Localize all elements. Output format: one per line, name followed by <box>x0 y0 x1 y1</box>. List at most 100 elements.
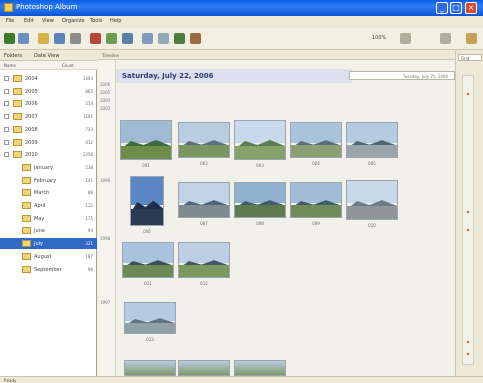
expand-icon[interactable] <box>4 114 9 120</box>
print-icon[interactable] <box>70 33 81 44</box>
menu-help[interactable]: Help <box>110 18 121 24</box>
back-arrow-icon[interactable] <box>4 33 15 44</box>
zoom-in-icon[interactable] <box>440 33 451 44</box>
tree-item-month[interactable]: August 187 <box>0 251 97 262</box>
photo-caption: 006 <box>143 229 151 234</box>
tree-item-month[interactable]: March 86 <box>0 187 97 198</box>
app-window: Photoshop Album _ □ × File Edit View Org… <box>0 0 483 383</box>
minimize-button[interactable]: _ <box>436 2 448 14</box>
photo-thumbnail[interactable] <box>290 182 342 218</box>
menu-edit[interactable]: Edit <box>24 18 34 24</box>
photo-thumbnail[interactable] <box>346 122 398 158</box>
calendar-marker-icon[interactable]: ◆ <box>464 339 472 344</box>
close-button[interactable]: × <box>465 2 477 14</box>
thumbnail-sky <box>179 183 229 203</box>
photo-thumbnail[interactable] <box>120 120 172 160</box>
thumbnail-ground <box>291 145 341 157</box>
maximize-button[interactable]: □ <box>450 2 462 14</box>
photo-thumbnail[interactable] <box>178 242 230 278</box>
tree-item-year[interactable]: 2007 1201 <box>0 111 97 122</box>
tree-item-count: 514 <box>85 101 93 107</box>
right-panel: Find ◆ ◆ ◆ ◆ ◆ <box>455 51 483 376</box>
menu-file[interactable]: File <box>6 18 14 24</box>
tree-item-year[interactable]: 2008 733 <box>0 124 97 135</box>
folder-icon <box>22 189 31 197</box>
get-photos-icon[interactable] <box>38 33 49 44</box>
expand-icon[interactable] <box>4 126 9 132</box>
tree-item-count: 321 <box>85 241 93 247</box>
menu-tools[interactable]: Tools <box>90 18 102 24</box>
calendar-marker-icon[interactable]: ◆ <box>464 351 472 356</box>
folder-icon <box>13 87 22 95</box>
expand-icon[interactable] <box>4 139 9 145</box>
folder-icon <box>22 214 31 222</box>
photo-thumbnail[interactable] <box>178 360 230 376</box>
photo-thumbnail[interactable] <box>290 122 342 158</box>
expand-icon[interactable] <box>4 88 9 94</box>
folder-icon <box>22 240 31 248</box>
calendar-marker-icon[interactable]: ◆ <box>464 91 472 96</box>
photo-thumbnail[interactable] <box>234 120 286 160</box>
folder-icon <box>13 100 22 108</box>
tree-item-month[interactable]: February 141 <box>0 175 97 186</box>
find-box[interactable]: Find <box>458 54 482 61</box>
copy-icon[interactable] <box>54 33 65 44</box>
photo-caption: 005 <box>368 161 376 166</box>
photo-thumbnail[interactable] <box>346 180 398 220</box>
menu-organize[interactable]: Organize <box>62 18 84 24</box>
photo-thumbnail[interactable] <box>178 182 230 218</box>
tree-item-month[interactable]: April 112 <box>0 200 97 211</box>
tree-item-year[interactable]: 2006 514 <box>0 98 97 109</box>
menu-view[interactable]: View <box>42 18 54 24</box>
edit-icon[interactable] <box>122 33 133 44</box>
tree-item-label: 2005 <box>25 88 38 95</box>
tree-item-year[interactable]: 2004 1304 <box>0 73 97 84</box>
photo-thumbnail[interactable] <box>122 242 174 278</box>
photo-thumbnail[interactable] <box>124 360 176 376</box>
tree-item-month[interactable]: July 321 <box>0 238 97 250</box>
photo-thumbnail[interactable] <box>178 122 230 158</box>
email-icon[interactable] <box>90 33 101 44</box>
share-icon[interactable] <box>190 33 201 44</box>
tree-item-month[interactable]: June 94 <box>0 225 97 236</box>
forward-arrow-icon[interactable] <box>18 33 29 44</box>
photo-caption: 009 <box>312 221 320 226</box>
photo-thumbnail[interactable] <box>130 176 164 226</box>
calendar-marker-icon[interactable]: ◆ <box>464 209 472 214</box>
col-count[interactable]: Count <box>62 63 74 68</box>
tree-item-year[interactable]: 2005 865 <box>0 86 97 97</box>
tree-item-month[interactable]: September 96 <box>0 264 97 275</box>
find-icon[interactable] <box>158 33 169 44</box>
settings-icon[interactable] <box>466 33 477 44</box>
tree-item-year[interactable]: 2010 2256 <box>0 149 97 160</box>
folders-tab[interactable]: Folders <box>4 53 22 59</box>
date-field[interactable]: Tuesday, July 25, 2006 <box>349 71 455 80</box>
photo-caption: 011 <box>144 281 152 286</box>
tree-item-label: August <box>34 253 52 260</box>
tree-item-month[interactable]: January 238 <box>0 162 97 173</box>
folder-icon <box>22 202 31 209</box>
timeline-ruler[interactable]: 2006 2005 2004 2003 1999 1998 1997 <box>98 60 116 376</box>
expand-icon[interactable] <box>4 76 9 81</box>
expand-icon[interactable] <box>4 101 9 107</box>
expand-icon[interactable] <box>4 152 9 158</box>
tree-item-label: July <box>34 241 43 248</box>
col-name[interactable]: Name <box>4 63 16 68</box>
tree-item-year[interactable]: 2009 412 <box>0 137 97 148</box>
zoom-out-icon[interactable] <box>400 33 411 44</box>
photo-thumbnail[interactable] <box>124 302 176 334</box>
rotate-icon[interactable] <box>106 33 117 44</box>
folder-panel-header: Folders Date View <box>0 51 97 61</box>
slideshow-icon[interactable] <box>142 33 153 44</box>
photo-thumbnail[interactable] <box>234 360 286 376</box>
date-view-tab[interactable]: Date View <box>34 53 59 59</box>
tree-item-label: 2007 <box>25 114 38 121</box>
timeline-label: 2005 <box>100 90 111 95</box>
tree-item-month[interactable]: May 175 <box>0 213 97 224</box>
photo-thumbnail[interactable] <box>234 182 286 218</box>
tree-item-count: 86 <box>87 190 93 196</box>
tag-icon[interactable] <box>174 33 185 44</box>
calendar-marker-icon[interactable]: ◆ <box>464 227 472 232</box>
vertical-scrollbar[interactable] <box>462 75 474 365</box>
zoom-level[interactable]: 100% <box>372 35 386 41</box>
